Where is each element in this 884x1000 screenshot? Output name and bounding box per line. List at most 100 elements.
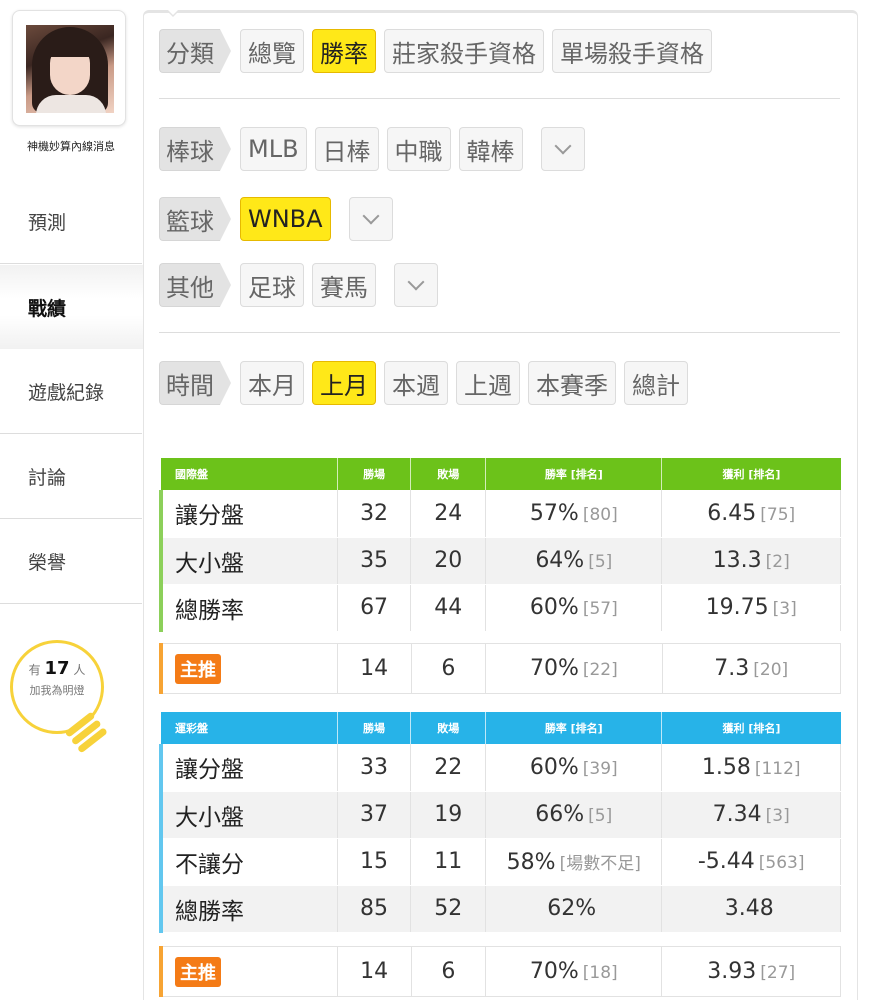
table-header-row: 運彩盤 勝場 敗場 勝率 [排名] 獲利 [排名] <box>161 712 841 744</box>
time-label: 時間 <box>159 361 231 405</box>
profit-cell: 3.48 <box>661 885 841 933</box>
wins: 35 <box>337 537 412 585</box>
win-rate: 60% <box>529 595 579 620</box>
row-name: 大小盤 <box>158 791 338 839</box>
profit-rank: [20] <box>753 660 789 680</box>
category-single-killer-button[interactable]: 單場殺手資格 <box>552 29 712 73</box>
win-rate: 70% <box>529 959 579 984</box>
table-row: 總勝率 67 44 60% [57] 19.75 [3] <box>158 584 841 632</box>
table-header: 國際盤 <box>161 458 338 490</box>
table-header: 敗場 <box>410 458 487 490</box>
win-rate-rank: [5] <box>588 806 613 826</box>
time-this-season-button[interactable]: 本賽季 <box>528 361 616 405</box>
category-winrate-button[interactable]: 勝率 <box>312 29 376 73</box>
baseball-filter-row: 棒球 MLB 日棒 中職 韓棒 <box>159 127 585 171</box>
category-label: 分類 <box>159 29 231 73</box>
losses: 19 <box>410 791 487 839</box>
profit-cell: -5.44 [563] <box>661 838 841 886</box>
row-name: 總勝率 <box>158 584 338 632</box>
wins: 67 <box>337 584 412 632</box>
profit: 6.45 <box>707 500 757 526</box>
main-pick-badge[interactable]: 主推 <box>175 956 221 987</box>
baseball-npb-button[interactable]: 日棒 <box>314 127 379 171</box>
panel-notch <box>166 10 180 18</box>
losses: 22 <box>410 744 487 792</box>
bulb-suffix: 人 <box>73 663 86 677</box>
losses: 44 <box>410 584 487 632</box>
profit: 3.93 <box>707 959 757 984</box>
profit-cell: 1.58 [112] <box>661 744 841 792</box>
table-header: 運彩盤 <box>161 712 338 744</box>
profit: 1.58 <box>701 754 751 780</box>
table-row: 大小盤 37 19 66% [5] 7.34 [3] <box>158 791 841 839</box>
intl-stats-table: 國際盤 勝場 敗場 勝率 [排名] 獲利 [排名] 讓分盤 32 24 57%[… <box>158 458 841 632</box>
profit-rank: [75] <box>760 504 796 525</box>
losses: 24 <box>410 490 487 538</box>
basketball-filter-row: 籃球 WNBA <box>159 197 393 241</box>
other-more-dropdown[interactable] <box>394 263 438 307</box>
nav-item-record[interactable]: 戰績 <box>0 265 146 349</box>
baseball-cpbl-button[interactable]: 中職 <box>386 127 451 171</box>
time-total-button[interactable]: 總計 <box>624 361 688 405</box>
win-rate-cell: 60% [39] <box>485 744 663 792</box>
category-overview-button[interactable]: 總覽 <box>240 29 304 73</box>
nav-label: 遊戲紀錄 <box>28 382 105 404</box>
profit-cell: 6.45 [75] <box>661 490 841 538</box>
basketball-wnba-button[interactable]: WNBA <box>240 197 331 241</box>
win-rate-rank: [5] <box>588 552 613 572</box>
table-row: 總勝率 85 52 62% 3.48 <box>158 885 841 933</box>
losses: 6 <box>411 643 487 694</box>
category-banker-killer-button[interactable]: 莊家殺手資格 <box>384 29 544 73</box>
baseball-more-dropdown[interactable] <box>540 127 585 171</box>
row-name: 讓分盤 <box>158 744 338 792</box>
win-rate: 58% <box>506 849 556 875</box>
profit-cell: 7.34 [3] <box>661 791 841 839</box>
time-last-week-button[interactable]: 上週 <box>456 361 520 405</box>
losses: 20 <box>410 537 487 585</box>
main-pick-badge[interactable]: 主推 <box>175 653 221 684</box>
lightbulb-follow-button[interactable]: 有 17 人 加我為明燈 <box>10 640 110 760</box>
bulb-count-line: 有 17 人 <box>10 658 104 679</box>
time-last-month-button[interactable]: 上月 <box>312 361 376 405</box>
nav-label: 預測 <box>28 212 67 234</box>
time-this-week-button[interactable]: 本週 <box>384 361 448 405</box>
avatar-frame[interactable] <box>12 10 126 126</box>
baseball-kbo-button[interactable]: 韓棒 <box>458 127 523 171</box>
chevron-down-icon <box>554 137 572 155</box>
other-soccer-button[interactable]: 足球 <box>240 263 304 307</box>
username[interactable]: 神機妙算內線消息 <box>0 138 142 154</box>
win-rate-rank: [57] <box>582 599 618 619</box>
win-rate-cell: 58% [場數不足] <box>485 838 663 886</box>
win-rate: 70% <box>529 656 579 681</box>
basketball-more-dropdown[interactable] <box>348 197 393 241</box>
other-horse-racing-button[interactable]: 賽馬 <box>312 263 376 307</box>
win-rate: 62% <box>547 896 597 921</box>
chevron-down-icon <box>407 273 425 291</box>
baseball-mlb-button[interactable]: MLB <box>240 127 307 171</box>
basketball-label: 籃球 <box>159 197 231 241</box>
pick-cell: 主推 <box>158 946 338 997</box>
wins: 85 <box>337 885 412 933</box>
time-filter-row: 時間 本月 上月 本週 上週 本賽季 總計 <box>159 361 688 405</box>
sidebar: 神機妙算內線消息 預測 戰績 遊戲紀錄 討論 榮譽 有 17 人 加我為明燈 <box>0 0 146 1000</box>
table-header: 獲利 [排名] <box>661 712 841 744</box>
sports-lottery-pick-table: 主推 14 6 70% [18] 3.93 [27] <box>158 946 841 997</box>
table-row: 大小盤 35 20 64% [5] 13.3 [2] <box>158 537 841 585</box>
nav-item-predict[interactable]: 預測 <box>0 180 142 264</box>
profit: 19.75 <box>705 595 769 620</box>
nav-item-game-log[interactable]: 遊戲紀錄 <box>0 350 142 434</box>
profit-rank: [112] <box>754 758 801 779</box>
win-rate-cell: 62% <box>485 885 663 933</box>
avatar[interactable] <box>26 25 114 113</box>
divider <box>159 332 840 333</box>
table-header: 勝率 [排名] <box>485 458 663 490</box>
time-this-month-button[interactable]: 本月 <box>240 361 304 405</box>
win-rate-cell: 70% [22] <box>485 643 663 694</box>
table-header: 勝場 <box>337 458 412 490</box>
profit: -5.44 <box>697 849 755 874</box>
nav-item-honor[interactable]: 榮譽 <box>0 520 142 604</box>
nav-item-discussion[interactable]: 討論 <box>0 435 142 519</box>
win-rate-rank: [39] <box>582 758 618 779</box>
table-row: 主推 14 6 70% [22] 7.3 [20] <box>158 643 842 694</box>
table-row: 主推 14 6 70% [18] 3.93 [27] <box>158 946 841 997</box>
